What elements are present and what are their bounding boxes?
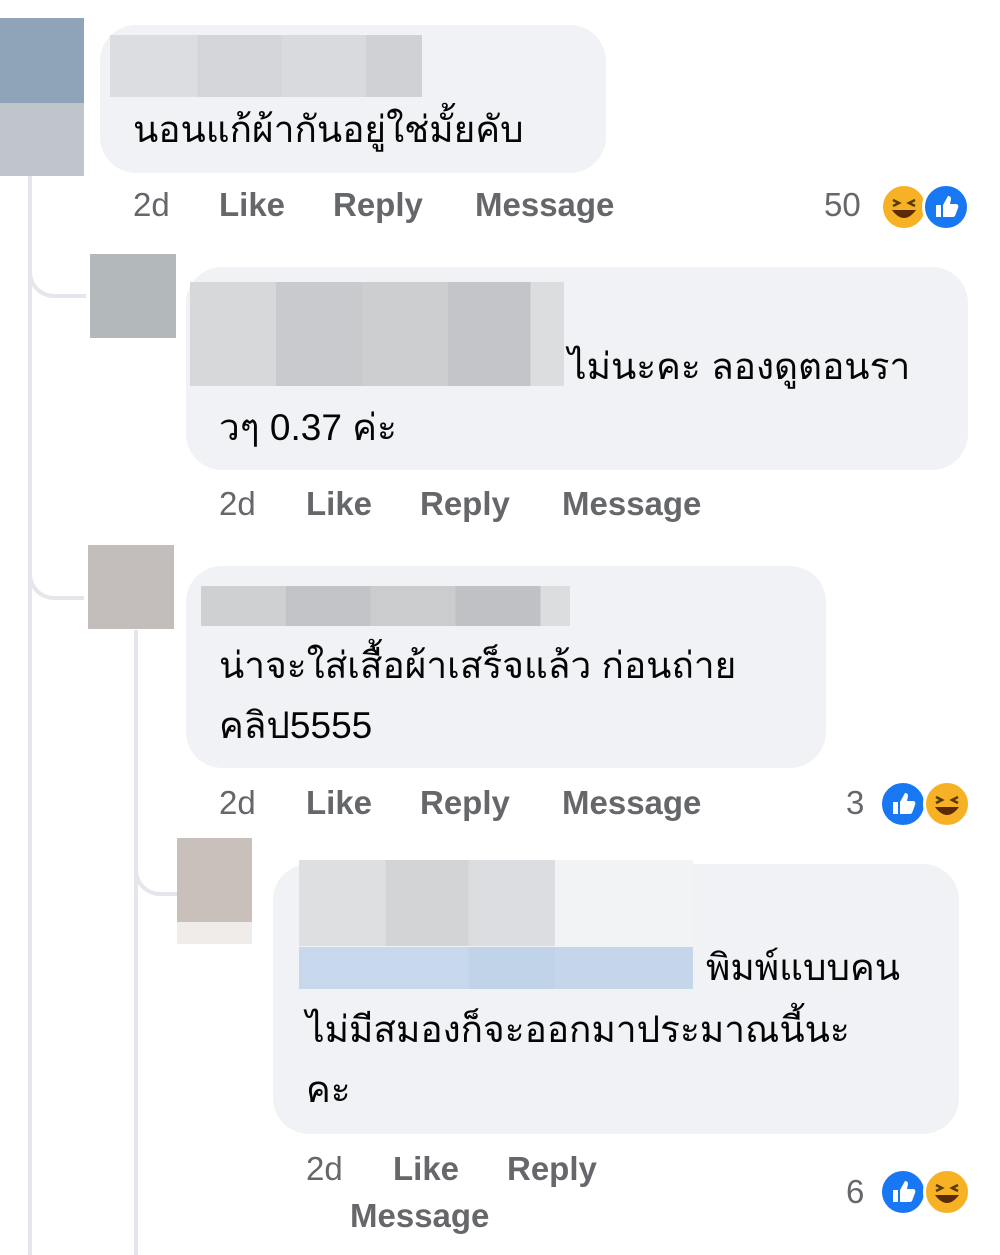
haha-icon[interactable] [880,183,928,231]
reaction-count[interactable]: 50 [824,186,861,224]
reply-link[interactable]: Reply [420,485,510,523]
timestamp[interactable]: 2d [306,1150,343,1188]
comment-text-line1: พิมพ์แบบคน [706,947,901,988]
haha-icon[interactable] [923,780,971,828]
like-icon[interactable] [922,183,970,231]
thread-connector [134,830,180,896]
message-link[interactable]: Message [562,784,701,822]
comment-text-rest: ไม่มีสมองก็จะออกมาประมาณนี้นะ คะ [306,1009,850,1110]
thread-connector [28,530,84,600]
avatar[interactable] [88,545,174,629]
thread-connector [28,230,86,298]
avatar[interactable] [177,838,257,944]
author-name-blurred[interactable] [110,35,422,97]
comment-actions: 2d Like Reply Message [0,485,1000,529]
like-icon[interactable] [879,780,927,828]
author-name-blurred[interactable] [190,282,564,386]
avatar[interactable] [0,18,84,176]
author-name-blurred[interactable] [299,860,693,946]
comment-text-line2: วๆ 0.37 ค่ะ [219,407,397,448]
like-icon[interactable] [879,1168,927,1216]
reaction-count[interactable]: 6 [846,1173,864,1211]
like-link[interactable]: Like [219,186,285,224]
reaction-count[interactable]: 3 [846,784,864,822]
haha-icon[interactable] [923,1168,971,1216]
author-name-blurred[interactable] [201,586,570,626]
timestamp[interactable]: 2d [219,485,256,523]
reply-link[interactable]: Reply [420,784,510,822]
message-link[interactable]: Message [562,485,701,523]
reply-link[interactable]: Reply [507,1150,597,1188]
message-link[interactable]: Message [350,1197,489,1235]
mention-blurred[interactable] [299,947,693,989]
avatar[interactable] [90,254,176,338]
comment-text: น่าจะใส่เสื้อผ้าเสร็จแล้ว ก่อนถ่าย คลิป5… [219,645,737,746]
thread-line-main [28,176,32,1255]
comment-text-line1: ไม่นะคะ ลองดูตอนรา [568,346,911,387]
message-link[interactable]: Message [475,186,614,224]
timestamp[interactable]: 2d [219,784,256,822]
timestamp[interactable]: 2d [133,186,170,224]
like-link[interactable]: Like [306,784,372,822]
like-link[interactable]: Like [306,485,372,523]
like-link[interactable]: Like [393,1150,459,1188]
comment-text: นอนแก้ผ้ากันอยู่ใช่มั้ยคับ [133,109,524,150]
reply-link[interactable]: Reply [333,186,423,224]
